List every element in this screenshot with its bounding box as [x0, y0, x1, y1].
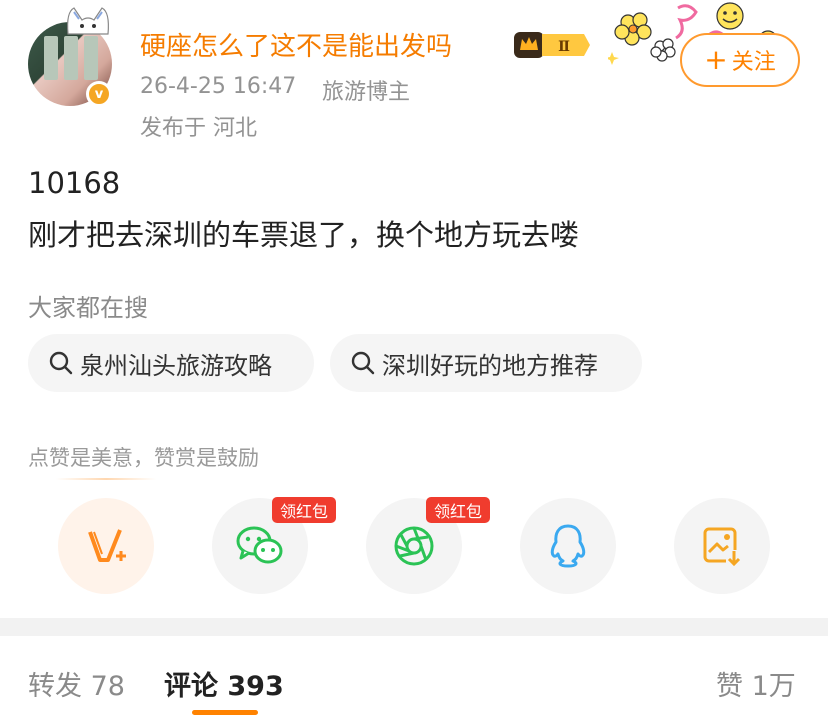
red-packet-tag: 领红包 [272, 497, 337, 523]
post-text-line-2: 刚才把去深圳的车票退了，换个地方玩去喽 [28, 218, 580, 252]
active-tab-indicator [192, 710, 258, 715]
search-chip[interactable]: 深圳好玩的地方推荐 [330, 334, 642, 392]
share-qq-button[interactable] [520, 498, 616, 594]
follow-button[interactable]: + 关注 [680, 33, 800, 87]
reward-v-icon [88, 529, 126, 562]
avatar-window-pane [44, 36, 58, 80]
reward-hint: 点赞是美意，赞赏是鼓励 [28, 446, 259, 470]
search-chip[interactable]: 泉州汕头旅游攻略 [28, 334, 314, 392]
reward-button[interactable] [58, 498, 154, 594]
tab-comment[interactable]: 评论 393 [164, 664, 284, 703]
search-icon [49, 351, 73, 375]
post-time: 26-4-25 16:47 [140, 74, 297, 99]
save-image-button[interactable] [674, 498, 770, 594]
reward-underline [56, 478, 156, 480]
cat-ears-decoration-icon [67, 7, 109, 35]
red-packet-tag: 领红包 [426, 497, 491, 523]
section-divider [0, 618, 828, 636]
avatar-window-pane [64, 36, 78, 80]
user-role: 旅游博主 [322, 80, 411, 105]
moments-icon [394, 526, 434, 566]
search-chip-label: 深圳好玩的地方推荐 [382, 351, 598, 380]
level-badge-text: Ⅱ [558, 39, 570, 55]
follow-button-label: 关注 [731, 50, 776, 75]
post-text-line-1: 10168 [28, 166, 121, 200]
verified-badge-icon: v [86, 81, 112, 107]
trending-search-title: 大家都在搜 [28, 294, 148, 322]
tab-like[interactable]: 赞 1万 [716, 664, 796, 703]
save-image-icon [703, 527, 742, 567]
plus-icon: + [704, 43, 728, 76]
search-chip-label: 泉州汕头旅游攻略 [80, 351, 272, 380]
tab-repost[interactable]: 转发 78 [28, 664, 125, 703]
qq-icon [550, 524, 586, 568]
avatar-window-pane [84, 36, 98, 80]
search-icon [351, 351, 375, 375]
post-location: 发布于 河北 [140, 116, 257, 141]
member-level-badge-icon: Ⅱ [514, 32, 590, 58]
username[interactable]: 硬座怎么了这不是能出发吗 [140, 26, 452, 63]
wechat-icon [236, 526, 283, 564]
